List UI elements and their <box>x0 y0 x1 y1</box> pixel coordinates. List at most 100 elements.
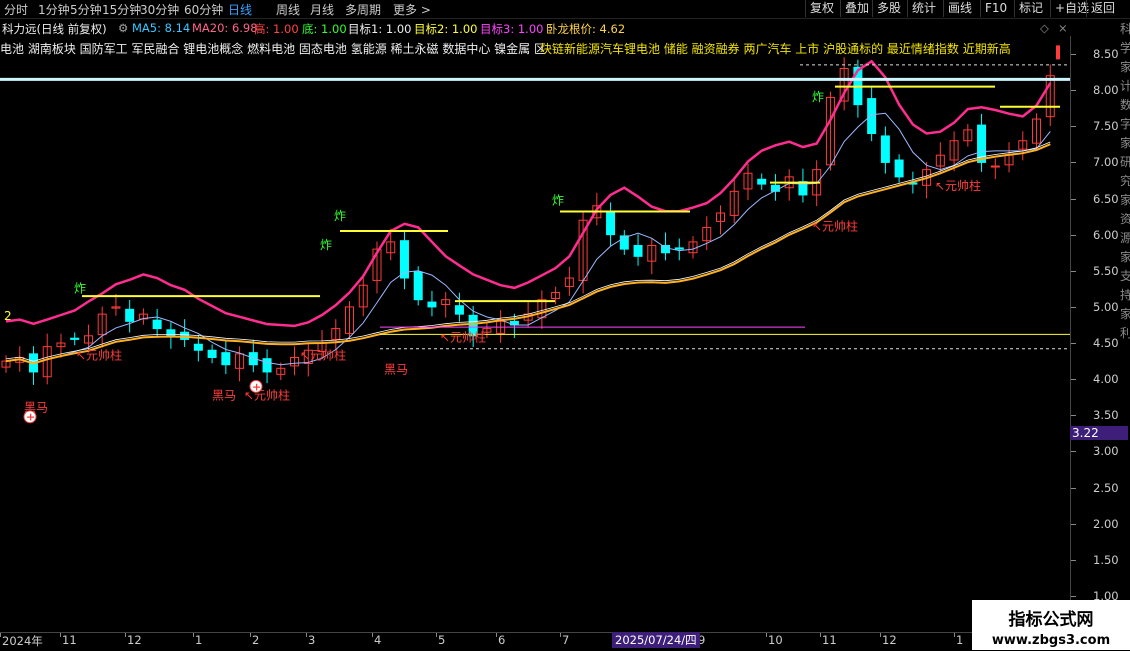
y-tick: 7.50 <box>1093 119 1119 134</box>
candle-body <box>990 165 1000 168</box>
timeframe-10[interactable]: 更多 > <box>393 1 431 18</box>
timeframe-1[interactable]: 1分钟 <box>38 1 70 18</box>
timeframe-5[interactable]: 60分钟 <box>184 1 223 18</box>
candle-body <box>606 211 616 236</box>
y-tick-mark <box>1071 343 1076 345</box>
x-tick: 11 <box>822 633 837 647</box>
x-tick: 1 <box>956 633 964 647</box>
current-bar-marker <box>1056 45 1060 60</box>
annotation-label: 炸 <box>334 209 346 223</box>
close-icon[interactable]: × <box>1058 21 1068 35</box>
y-tick-mark <box>1071 198 1076 200</box>
y-tick-mark <box>1071 306 1076 308</box>
annotation-label: 炸 <box>320 238 332 252</box>
x-tick: 12 <box>127 633 142 647</box>
candle-body <box>207 349 217 358</box>
x-tick: 2 <box>252 633 260 647</box>
candle-body <box>633 245 643 257</box>
annotation-label: ↖元帅柱 <box>812 218 858 233</box>
y-tick: 4.50 <box>1093 336 1119 351</box>
candle-body <box>674 247 684 250</box>
side-panel-text: 科学家计数字家研究家资源家支持家利 <box>1120 22 1130 340</box>
brand-watermark: 指标公式网 www.zbgs3.com <box>972 600 1130 650</box>
x-tick: 10 <box>768 633 783 647</box>
y-tick: 6.00 <box>1093 227 1119 242</box>
candle-body <box>413 271 423 301</box>
diamond-icon[interactable]: ◇ <box>1040 21 1049 35</box>
y-tick-mark <box>1071 487 1076 489</box>
y-tick: 2.00 <box>1093 516 1119 531</box>
annotation-label: ↖元帅柱 <box>300 348 346 363</box>
x-tick-mark <box>436 633 437 637</box>
toolbar-button-8[interactable]: 返回 <box>1086 0 1119 17</box>
timeframe-2[interactable]: 5分钟 <box>70 1 102 18</box>
annotation-label: 黑马 <box>212 388 236 402</box>
x-tick: 7 <box>562 633 570 647</box>
concept-tags-overlay: 块链新能源汽车锂电池 储能 融资融券 两广汽车 上市 沪股通标的 最近情绪指数 … <box>540 42 1011 56</box>
toolbar-button-0[interactable]: 复权 <box>805 0 838 17</box>
toolbar: 分时 1分钟 5分钟 15分钟 30分钟 60分钟 日线 周线 月线 多周期 更多 > 复权 叠加 多股统… <box>0 0 1130 19</box>
target1-label: 目标1: 1.00 <box>348 22 412 36</box>
y-tick: 2.50 <box>1093 480 1119 495</box>
toolbar-button-2[interactable]: 多股 <box>872 0 905 17</box>
toolbar-button-4[interactable]: 画线 <box>943 0 976 17</box>
y-tick-mark <box>1071 595 1076 597</box>
low-label: 底: 1.00 <box>302 22 347 36</box>
y-tick: 3.50 <box>1093 408 1119 423</box>
annotation-label: 炸 <box>812 90 824 104</box>
candle-body <box>880 135 890 163</box>
target3-label: 目标3: 1.00 <box>480 22 544 36</box>
annotation-label: ↖元帅柱 <box>935 178 981 193</box>
signal-marker-icon: + <box>26 411 35 424</box>
toolbar-button-1[interactable]: 叠加 <box>840 0 873 17</box>
annotation-label: ↖元帅柱 <box>440 330 486 345</box>
x-axis: 2024年 11 12 1 2 3 4 5 6 7 9 10 11 12 1 <box>0 632 1070 651</box>
annotation-label: 炸 <box>552 193 564 207</box>
ma20-line <box>5 143 1051 365</box>
x-tick: 1 <box>195 633 203 647</box>
x-tick-mark <box>0 633 1 637</box>
timeframe-6[interactable]: 日线 <box>228 1 252 18</box>
annotation-label: 2 <box>4 309 12 323</box>
x-tick-mark <box>60 633 61 637</box>
annotation-label: ↖元帅柱 <box>76 348 122 363</box>
stock-title: 科力远(日线 前复权) <box>2 22 107 36</box>
annotation-label: 黑马 <box>384 362 408 376</box>
y-tick: 3.00 <box>1093 444 1119 459</box>
y-tick-mark <box>1071 162 1076 164</box>
toolbar-button-6[interactable]: 标记 <box>1014 0 1047 17</box>
x-tick-mark <box>306 633 307 637</box>
toolbar-button-3[interactable]: 统计 <box>907 0 940 17</box>
y-tick: 4.00 <box>1093 372 1119 387</box>
y-tick: 1.50 <box>1093 552 1119 567</box>
x-tick: 11 <box>62 633 77 647</box>
x-tick: 4 <box>374 633 382 647</box>
x-tick-mark <box>193 633 194 637</box>
toolbar-button-5[interactable]: F10 <box>980 0 1011 17</box>
y-tick: 8.50 <box>1093 47 1119 62</box>
x-tick-mark <box>560 633 561 637</box>
candle-body <box>152 319 162 330</box>
timeframe-4[interactable]: 30分钟 <box>140 1 179 18</box>
settings-icon[interactable]: ⚙ <box>118 21 128 35</box>
x-tick-mark <box>125 633 126 637</box>
timeframe-8[interactable]: 月线 <box>310 1 334 18</box>
ma20-white-line <box>5 141 1051 362</box>
y-tick-mark <box>1071 415 1076 417</box>
x-tick-mark <box>766 633 767 637</box>
timeframe-7[interactable]: 周线 <box>276 1 300 18</box>
timeframe-3[interactable]: 15分钟 <box>102 1 141 18</box>
y-tick-mark <box>1071 379 1076 381</box>
y-tick: 5.00 <box>1093 299 1119 314</box>
timeframe-0[interactable]: 分时 <box>4 1 28 18</box>
candle-body <box>262 358 272 373</box>
candle-body <box>221 352 231 366</box>
timeframe-9[interactable]: 多周期 <box>345 1 381 18</box>
ma20-label: MA20: 6.98 <box>192 21 258 35</box>
kline-chart[interactable]: 2黑马黑马黑马↖元帅柱↖元帅柱↖元帅柱↖元帅柱↖元帅柱↖元帅柱炸炸炸炸炸++ <box>0 36 1070 632</box>
y-tick-mark <box>1071 90 1076 92</box>
y-tick-mark <box>1071 270 1076 272</box>
candle-body <box>757 178 767 185</box>
x-tick-mark <box>496 633 497 637</box>
upper-band-line <box>5 59 1052 328</box>
